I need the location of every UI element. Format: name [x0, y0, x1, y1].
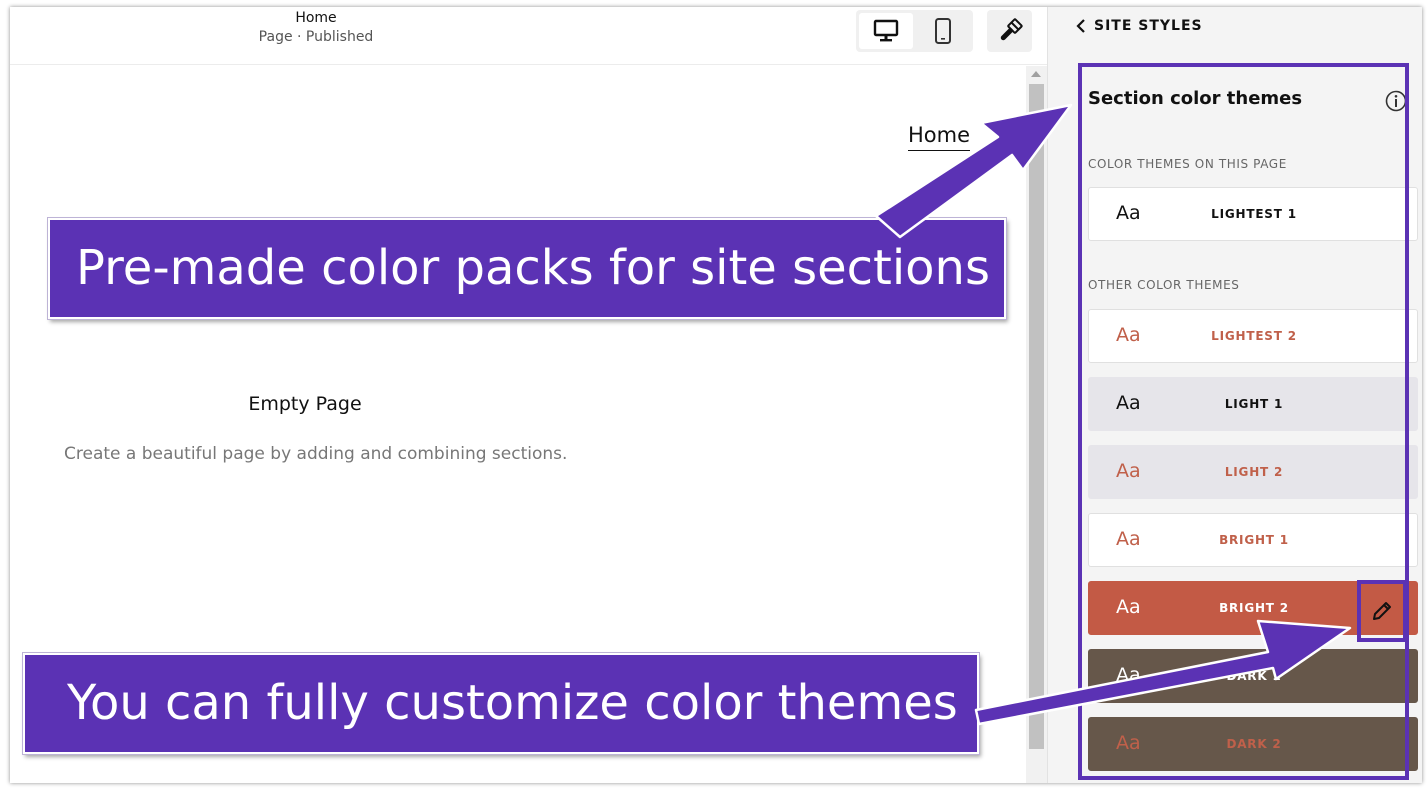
annotation-banner-bottom: You can fully customize color themes: [23, 653, 979, 754]
top-bar: Home Page · Published: [10, 7, 1047, 65]
back-button[interactable]: SITE STYLES: [1076, 18, 1203, 34]
device-toggle: [856, 10, 973, 52]
canvas-scrollbar[interactable]: [1026, 66, 1047, 783]
page-title: Home: [295, 10, 337, 26]
desktop-view-button[interactable]: [859, 13, 913, 49]
desktop-icon: [873, 19, 899, 42]
themes-highlight-box: [1078, 63, 1409, 780]
scroll-up-arrow-icon[interactable]: [1031, 71, 1041, 77]
pencil-icon: [1373, 602, 1391, 620]
empty-page-description: Create a beautiful page by adding and co…: [64, 444, 568, 464]
chevron-left-icon: [1076, 19, 1085, 33]
site-styles-panel: SITE STYLES Section color themes COLOR T…: [1047, 7, 1422, 783]
mobile-icon: [935, 18, 951, 44]
back-label: SITE STYLES: [1094, 18, 1203, 34]
annotation-banner-top: Pre-made color packs for site sections: [48, 218, 1006, 319]
empty-page-title: Empty Page: [248, 393, 362, 415]
nav-link-home[interactable]: Home: [908, 123, 971, 151]
paintbrush-icon: [1000, 18, 1023, 41]
mobile-view-button[interactable]: [916, 13, 970, 49]
edit-theme-button[interactable]: [1357, 580, 1407, 642]
page-status: Page · Published: [258, 29, 374, 45]
site-styles-button[interactable]: [987, 10, 1032, 52]
scroll-thumb[interactable]: [1029, 84, 1044, 749]
